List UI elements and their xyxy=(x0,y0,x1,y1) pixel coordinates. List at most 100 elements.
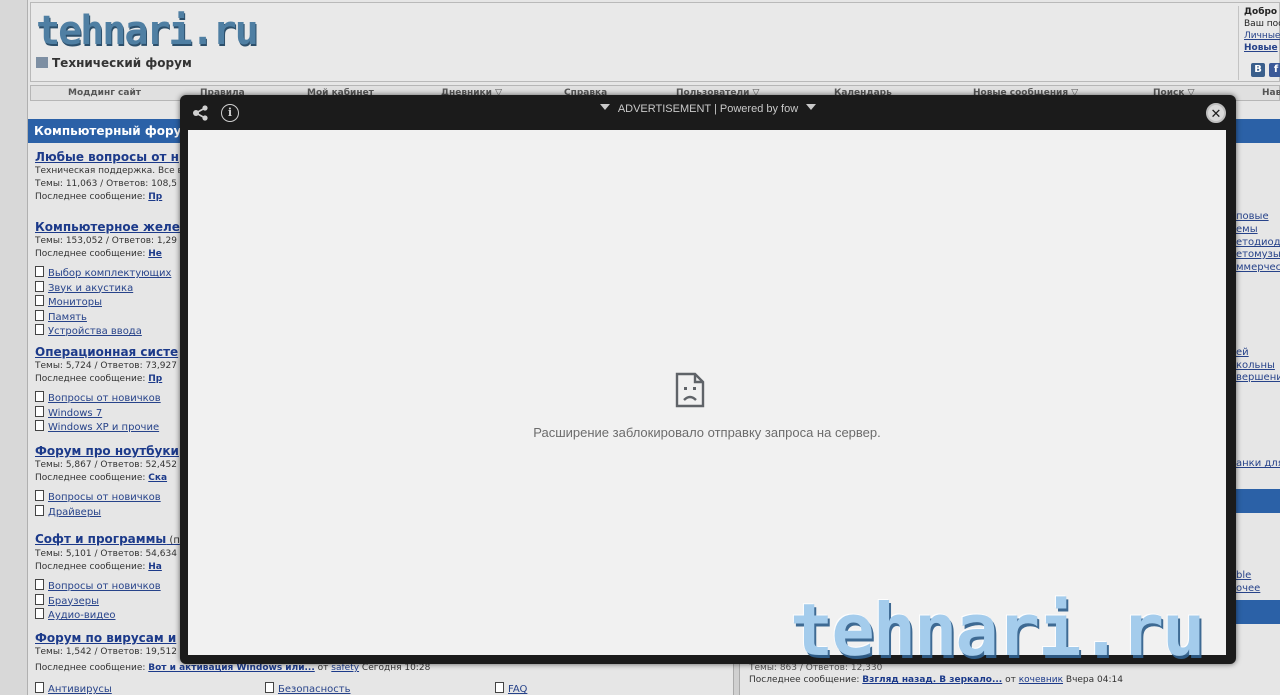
last-post-bottom-right: Последнее сообщение: Взгляд назад. В зер… xyxy=(749,675,1123,685)
forum-stats: Темы: 153,052 / Ответов: 1,29 xyxy=(35,236,177,246)
forum-entry: Форум про ноутбуки Темы: 5,867 / Ответов… xyxy=(35,444,180,519)
subforum-link[interactable]: Звук и акустика xyxy=(35,281,180,296)
subforum-link[interactable]: Вопросы от новичков xyxy=(35,579,180,594)
close-icon[interactable]: ✕ xyxy=(1206,103,1226,123)
vk-icon[interactable]: B xyxy=(1251,63,1265,77)
forum-title[interactable]: Софт и программы xyxy=(35,532,166,546)
welcome-greeting: Добро п xyxy=(1244,7,1280,17)
facebook-icon[interactable]: f xyxy=(1269,63,1280,77)
right-link[interactable]: етодиод xyxy=(1236,237,1280,248)
last-post-label: Последнее сообщение: xyxy=(35,663,146,673)
last-post-link[interactable]: Не xyxy=(148,249,162,259)
right-category-header-3 xyxy=(1236,600,1280,624)
forum-icon xyxy=(36,57,48,68)
last-post-bottom-left: Последнее сообщение: Вот и активация Win… xyxy=(35,663,430,673)
chevron-down-icon xyxy=(806,104,817,110)
right-link[interactable]: ей xyxy=(1236,347,1249,358)
forum-last-post: Последнее сообщение: Не xyxy=(35,248,180,261)
last-post-link[interactable]: Вот и активация Windows или... xyxy=(148,663,315,673)
right-link[interactable]: очее xyxy=(1236,583,1260,594)
private-messages-link[interactable]: Личные xyxy=(1244,31,1280,41)
forum-stats: Темы: 5,724 / Ответов: 73,927 xyxy=(35,361,177,371)
forum-entry: Компьютерное желе Темы: 153,052 / Ответо… xyxy=(35,220,180,339)
forum-title[interactable]: Любые вопросы от н xyxy=(35,150,180,165)
right-link[interactable]: анки для xyxy=(1236,458,1280,469)
nav-more[interactable]: Нав xyxy=(1262,88,1280,98)
last-post-user[interactable]: safety xyxy=(331,663,359,673)
last-post-link[interactable]: Пр xyxy=(148,192,162,202)
forum-title[interactable]: Форум по вирусам и xyxy=(35,631,180,646)
site-logo[interactable]: tehnari.ru xyxy=(36,8,259,54)
last-post-link[interactable]: На xyxy=(148,562,162,572)
right-category-header xyxy=(1236,119,1280,143)
forum-last-post: Последнее сообщение: Пр xyxy=(35,373,180,386)
last-post-label: Последнее сообщение: xyxy=(35,473,146,483)
last-post-label: Последнее сообщение: xyxy=(35,374,146,384)
subforum-link[interactable]: Аудио-видео xyxy=(35,608,180,623)
last-post-time: Вчера 04:14 xyxy=(1065,675,1123,685)
forum-last-post: Последнее сообщение: Пр xyxy=(35,191,180,204)
forum-stats: Темы: 5,101 / Ответов: 54,634 xyxy=(35,549,177,559)
forum-title[interactable]: Компьютерное желе xyxy=(35,220,180,235)
blocked-request-message: Расширение заблокировало отправку запрос… xyxy=(533,425,881,440)
modal-toolbar: i ADVERTISEMENT | Powered by fow ✕ xyxy=(180,95,1236,130)
forum-stats: Темы: 5,867 / Ответов: 52,452 xyxy=(35,460,177,470)
site-tagline: Технический форум xyxy=(36,56,192,70)
subforum-security[interactable]: Безопасность xyxy=(265,682,351,695)
forum-title[interactable]: Форум про ноутбуки xyxy=(35,444,180,459)
forum-title-suffix: (п xyxy=(166,535,180,546)
forum-entry: Софт и программы (п Темы: 5,101 / Ответо… xyxy=(35,532,180,623)
forum-entry: Форум по вирусам и Темы: 1,542 / Ответов… xyxy=(35,631,180,659)
subforum-link[interactable]: Выбор комплектующих xyxy=(35,266,180,281)
last-post-link[interactable]: Взгляд назад. В зеркало... xyxy=(862,675,1002,685)
last-post-label: Последнее сообщение: xyxy=(749,675,860,685)
right-link[interactable]: етомузы xyxy=(1236,249,1280,260)
right-link[interactable]: кольны xyxy=(1236,360,1275,371)
right-link[interactable]: повые xyxy=(1236,211,1269,222)
last-post-user[interactable]: кочевник xyxy=(1019,675,1063,685)
welcome-box: Добро п Ваш пос Личные Новые B f xyxy=(1238,6,1280,80)
right-link[interactable]: ble xyxy=(1236,570,1251,581)
right-link[interactable]: ммерчес xyxy=(1236,262,1280,273)
last-post-label: Последнее сообщение: xyxy=(35,249,146,259)
forum-title[interactable]: Операционная систе xyxy=(35,345,180,360)
subforum-link[interactable]: Вопросы от новичков xyxy=(35,490,180,505)
forum-last-post: Последнее сообщение: Ска xyxy=(35,472,180,485)
last-post-label: Последнее сообщение: xyxy=(35,192,146,202)
nav-modding[interactable]: Моддинг сайт xyxy=(68,88,141,98)
subforum-link[interactable]: Вопросы от новичков xyxy=(35,391,180,406)
subforum-link[interactable]: Windows 7 xyxy=(35,406,180,421)
last-post-label: Последнее сообщение: xyxy=(35,562,146,572)
sad-document-icon xyxy=(675,372,705,408)
right-link[interactable]: вершени xyxy=(1236,372,1280,383)
subforum-link[interactable]: Браузеры xyxy=(35,594,180,609)
subforum-link[interactable]: Мониторы xyxy=(35,295,180,310)
tagline-text: Технический форум xyxy=(52,56,192,70)
forum-entry: Любые вопросы от н Техническая поддержка… xyxy=(35,150,180,204)
ad-label-text: ADVERTISEMENT | Powered by fow xyxy=(617,103,799,115)
right-link[interactable]: емы xyxy=(1236,224,1258,235)
forum-stats: Темы: 11,063 / Ответов: 108,5 xyxy=(35,179,177,189)
advertisement-modal: i ADVERTISEMENT | Powered by fow ✕ Расши… xyxy=(180,95,1236,664)
subforum-link[interactable]: Драйверы xyxy=(35,505,180,520)
subforum-faq[interactable]: FAQ xyxy=(495,682,527,695)
welcome-line: Ваш пос xyxy=(1244,19,1280,29)
subforum-link[interactable]: Память xyxy=(35,310,180,325)
watermark-logo: tehnari.ru xyxy=(790,588,1205,672)
subforum-link[interactable]: Устройства ввода xyxy=(35,324,180,339)
right-category-header-2 xyxy=(1236,489,1280,513)
forum-title-row: Софт и программы (п xyxy=(35,532,180,548)
ad-label[interactable]: ADVERTISEMENT | Powered by fow xyxy=(180,103,1236,115)
forum-entry: Операционная систе Темы: 5,724 / Ответов… xyxy=(35,345,180,435)
by-label: от xyxy=(1005,675,1016,685)
last-post-time: Сегодня 10:28 xyxy=(361,663,431,673)
new-posts-link[interactable]: Новые xyxy=(1244,43,1278,53)
subforum-antivirus[interactable]: Антивирусы xyxy=(35,682,112,695)
last-post-link[interactable]: Пр xyxy=(148,374,162,384)
category-header[interactable]: Компьютерный фору xyxy=(28,119,180,143)
subforum-link[interactable]: Windows XP и прочие xyxy=(35,420,180,435)
chevron-down-icon xyxy=(599,104,610,110)
by-label: от xyxy=(317,663,329,673)
last-post-link[interactable]: Ска xyxy=(148,473,167,483)
forum-desc: Техническая поддержка. Все в xyxy=(35,166,180,176)
